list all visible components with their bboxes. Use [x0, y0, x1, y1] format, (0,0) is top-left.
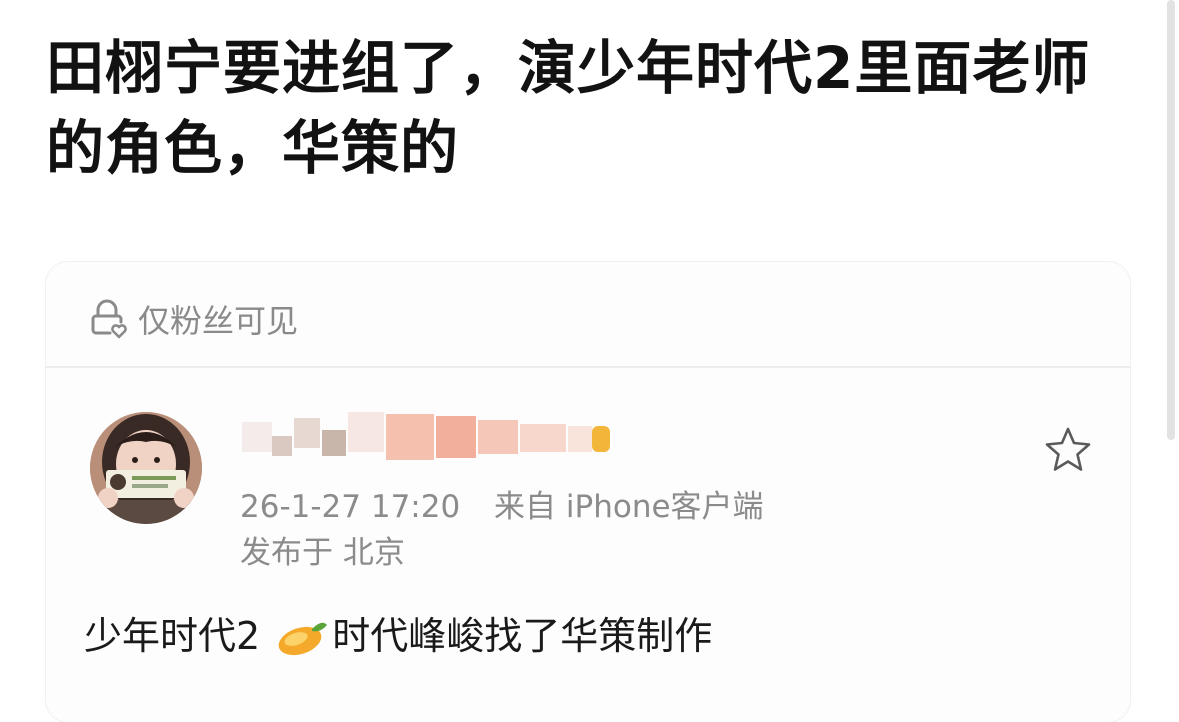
- weibo-post-card[interactable]: 仅粉丝可见 26-1-27 17:20 来自 iPhone客户端 发布于 北京 …: [46, 262, 1130, 722]
- divider: [46, 366, 1130, 368]
- content-text-part1: 少年时代2: [84, 614, 261, 658]
- post-meta: 26-1-27 17:20 来自 iPhone客户端 发布于 北京: [240, 484, 764, 576]
- avatar[interactable]: [90, 412, 202, 524]
- content-text-part2: 时代峰峻找了华策制作: [332, 614, 713, 658]
- post-content: 少年时代2 时代峰峻找了华策制作: [84, 608, 712, 664]
- post-location: 发布于 北京: [240, 535, 405, 571]
- lock-heart-icon: [86, 297, 130, 341]
- mango-icon: [276, 616, 328, 656]
- post-title: 田栩宁要进组了，演少年时代2里面老师的角色，华策的: [46, 34, 1091, 182]
- username-blurred[interactable]: [242, 412, 622, 472]
- star-icon[interactable]: [1042, 424, 1094, 476]
- scrollbar[interactable]: [1167, 0, 1175, 440]
- post-source: 来自 iPhone客户端: [494, 489, 764, 525]
- visibility-indicator: 仅粉丝可见: [86, 294, 298, 344]
- visibility-label: 仅粉丝可见: [138, 302, 299, 340]
- post-timestamp: 26-1-27 17:20: [240, 489, 461, 525]
